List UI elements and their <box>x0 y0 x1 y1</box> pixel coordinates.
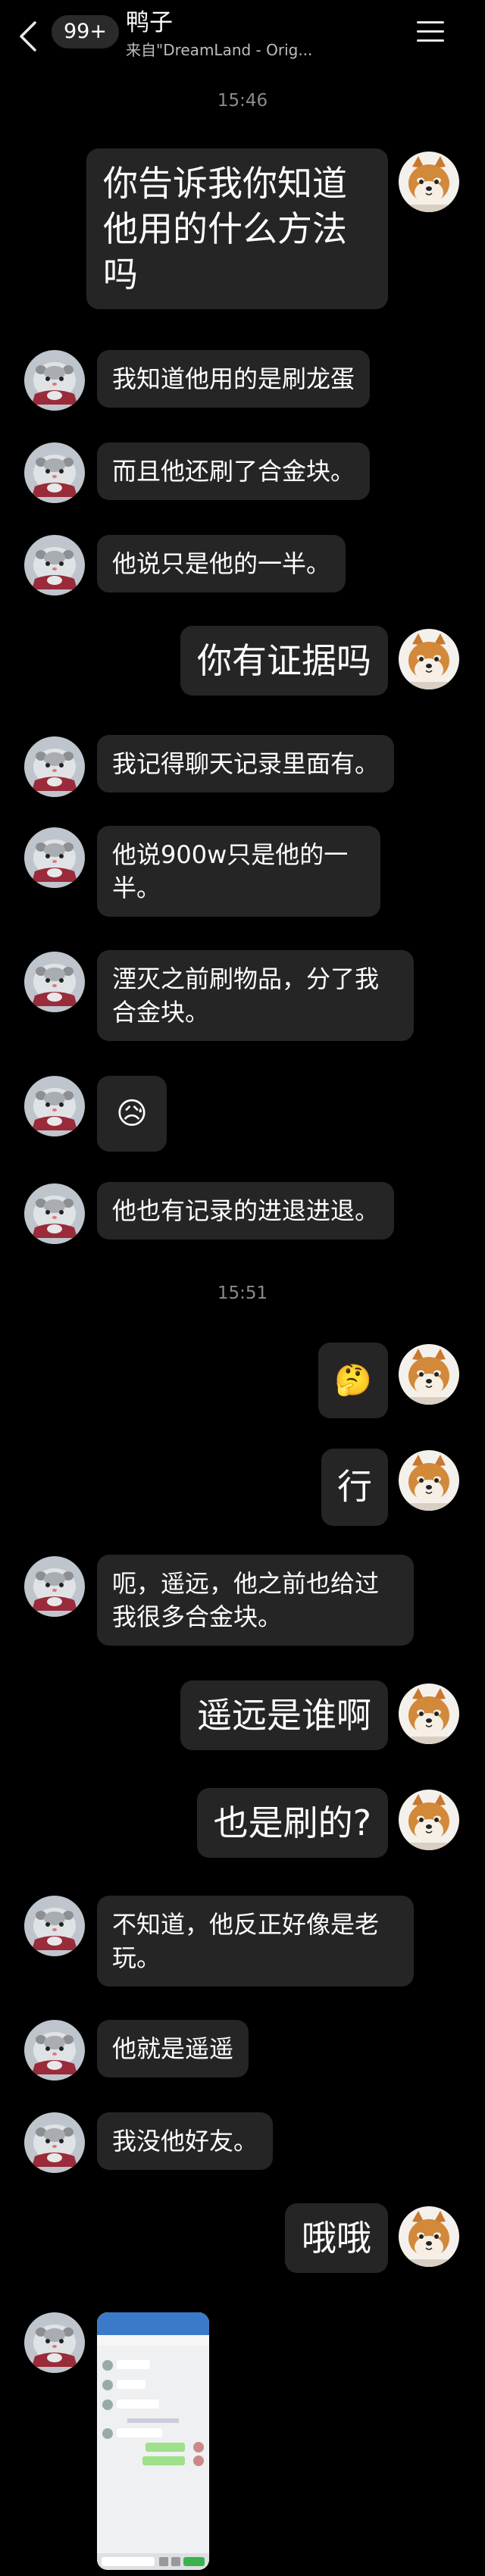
message-bubble[interactable]: 你有证据吗 <box>180 626 388 696</box>
self-avatar[interactable] <box>399 152 459 212</box>
timestamp: 15:51 <box>217 1283 268 1303</box>
timestamp: 15:46 <box>217 91 268 111</box>
image-message[interactable] <box>97 2312 209 2570</box>
emoji-message[interactable]: 🤔 <box>318 1343 388 1418</box>
self-avatar[interactable] <box>399 1450 459 1511</box>
self-avatar[interactable] <box>399 1344 459 1405</box>
message-bubble[interactable]: 不知道，他反正好像是老玩。 <box>97 1896 414 1987</box>
contact-avatar[interactable] <box>24 350 85 411</box>
message-bubble[interactable]: 湮灭之前刷物品，分了我合金块。 <box>97 950 414 1041</box>
message-bubble[interactable]: 而且他还刷了合金块。 <box>97 442 371 500</box>
message-bubble[interactable]: 他说只是他的一半。 <box>97 535 346 592</box>
message-bubble[interactable]: 我没他好友。 <box>97 2112 274 2170</box>
message-bubble[interactable]: 他就是遥遥 <box>97 2020 249 2077</box>
contact-avatar[interactable] <box>24 2312 85 2373</box>
message-bubble[interactable]: 哦哦 <box>285 2203 388 2273</box>
self-avatar[interactable] <box>399 1683 459 1744</box>
contact-avatar[interactable] <box>24 1556 85 1617</box>
contact-avatar[interactable] <box>24 952 85 1012</box>
message-bubble[interactable]: 我记得聊天记录里面有。 <box>97 735 395 792</box>
contact-avatar[interactable] <box>24 2020 85 2080</box>
unread-badge: 99+ <box>52 15 119 48</box>
contact-avatar[interactable] <box>24 736 85 797</box>
message-bubble[interactable]: 遥远是谁啊 <box>180 1680 388 1750</box>
contact-avatar[interactable] <box>24 1896 85 1956</box>
message-bubble[interactable]: 我知道他用的是刷龙蛋 <box>97 350 371 408</box>
contact-avatar[interactable] <box>24 442 85 503</box>
message-bubble[interactable]: 行 <box>321 1449 388 1526</box>
message-bubble[interactable]: 也是刷的? <box>196 1788 388 1858</box>
message-bubble[interactable]: 你告诉我你知道他用的什么方法吗 <box>86 148 388 309</box>
message-bubble[interactable]: 他也有记录的进退进退。 <box>97 1182 395 1240</box>
chevron-left-icon <box>20 21 36 52</box>
self-avatar[interactable] <box>399 2206 459 2267</box>
back-button[interactable] <box>17 20 39 53</box>
self-avatar[interactable] <box>399 1790 459 1850</box>
menu-button[interactable] <box>417 21 444 44</box>
self-avatar[interactable] <box>399 629 459 689</box>
chat-title: 鸭子 <box>126 9 173 36</box>
emoji-message[interactable]: 😥 <box>97 1076 167 1152</box>
message-bubble[interactable]: 他说900w只是他的一半。 <box>97 826 380 917</box>
contact-avatar[interactable] <box>24 1183 85 1244</box>
contact-avatar[interactable] <box>24 535 85 596</box>
message-bubble[interactable]: 呃，遥远，他之前也给过我很多合金块。 <box>97 1555 414 1646</box>
chat-screenshot-thumbnail <box>97 2312 209 2570</box>
contact-avatar[interactable] <box>24 827 85 888</box>
contact-avatar[interactable] <box>24 2112 85 2173</box>
chat-subtitle: 来自"DreamLand - Orig... <box>126 41 313 59</box>
hamburger-menu-icon <box>417 21 444 42</box>
contact-avatar[interactable] <box>24 1076 85 1136</box>
